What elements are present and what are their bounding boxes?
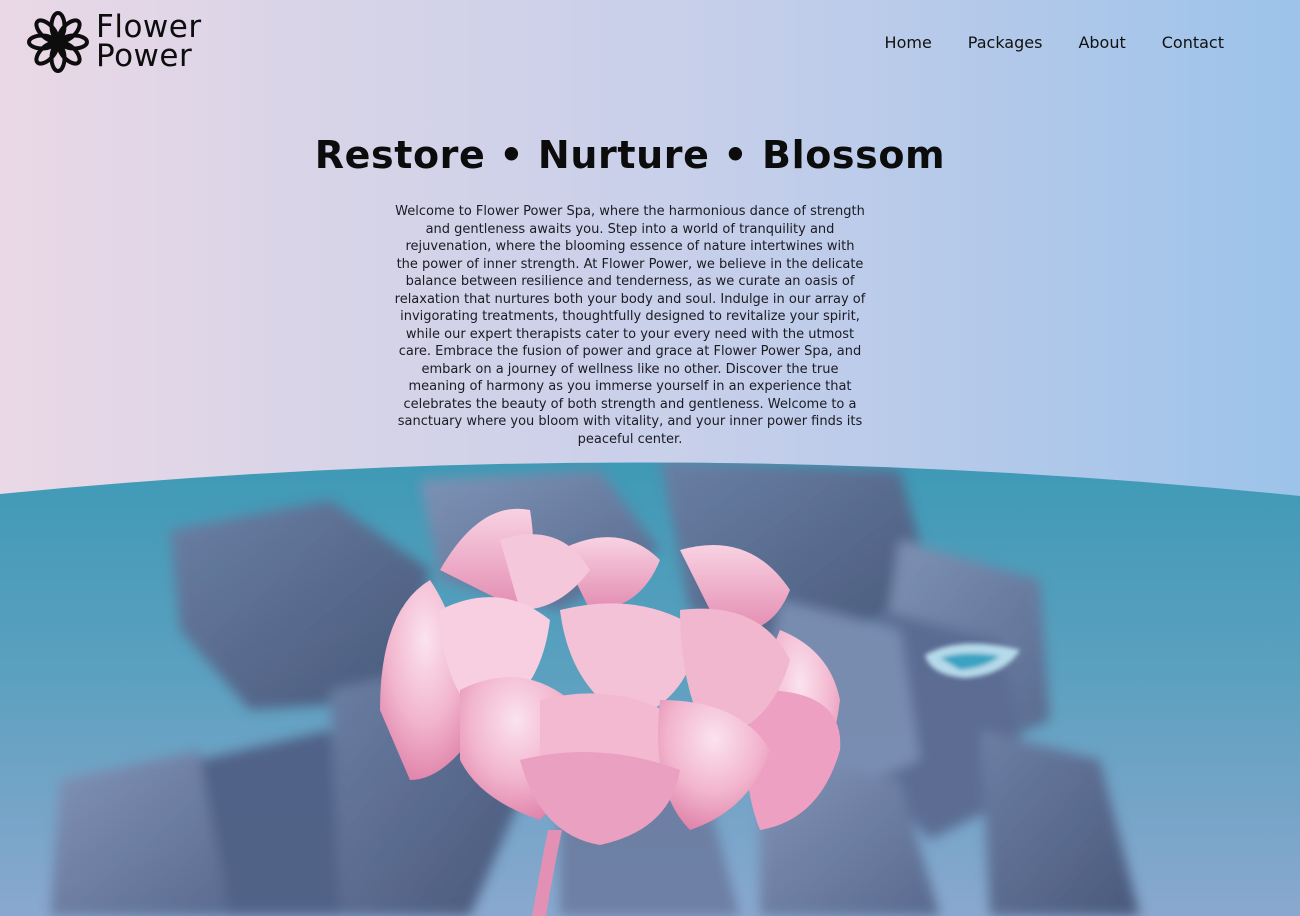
nav-link-packages[interactable]: Packages <box>968 33 1043 53</box>
site-header: Flower Power Home Packages About Contact <box>0 0 1300 90</box>
hero-flower-picture <box>0 462 1300 916</box>
brand-line-2: Power <box>96 38 193 74</box>
brand-wordmark: Flower Power <box>96 12 202 74</box>
hero-image <box>0 460 1300 916</box>
nav-link-contact[interactable]: Contact <box>1162 33 1224 53</box>
brand-logo[interactable]: Flower Power <box>26 10 202 74</box>
nav-link-about[interactable]: About <box>1078 33 1125 53</box>
nav-link-home[interactable]: Home <box>885 33 932 53</box>
flower-icon <box>27 11 89 73</box>
hero-title: Restore • Nurture • Blossom <box>314 133 946 177</box>
main-nav: Home Packages About Contact <box>885 33 1224 53</box>
hero-intro-text: Welcome to Flower Power Spa, where the h… <box>394 204 866 447</box>
